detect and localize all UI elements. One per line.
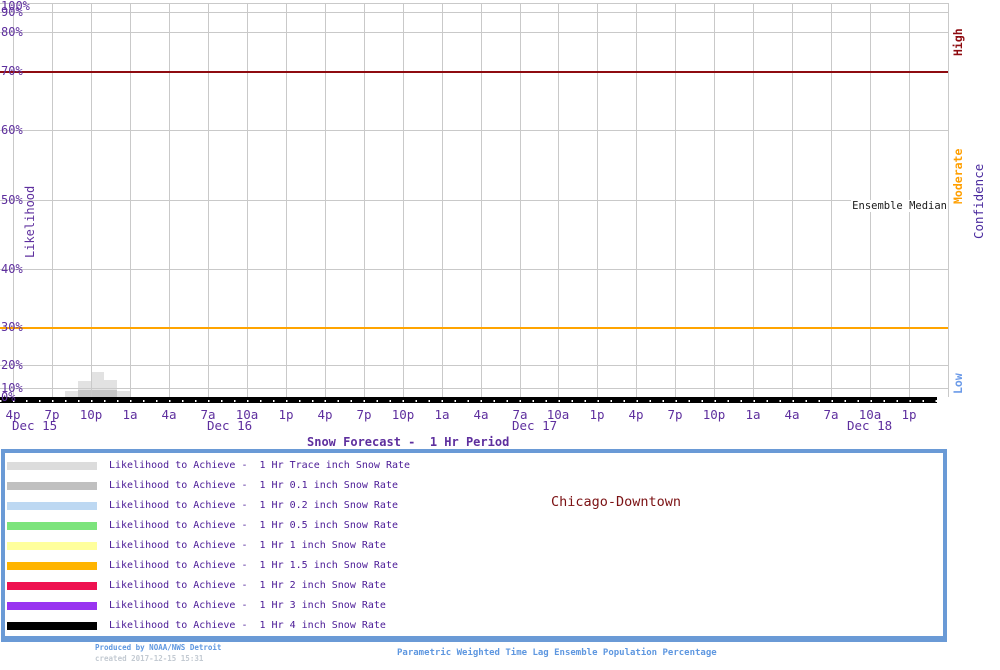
y-axis-tick-label: 20%	[1, 358, 23, 372]
legend-item: Likelihood to Achieve - 1 Hr 4 inch Snow…	[7, 621, 386, 631]
x-axis-tick-label: 1a	[434, 407, 450, 422]
legend-item: Likelihood to Achieve - 1 Hr 1 inch Snow…	[7, 541, 386, 551]
legend-item: Likelihood to Achieve - 1 Hr 3 inch Snow…	[7, 601, 386, 611]
chart-title: Snow Forecast - 1 Hr Period	[307, 435, 510, 449]
ensemble-median-annotation: Ensemble Median	[851, 200, 948, 212]
legend-item-label: Likelihood to Achieve - 1 Hr 0.5 inch Sn…	[109, 520, 398, 531]
x-axis-tick-label: 1a	[745, 407, 761, 422]
y-axis-tick-label: 90%	[1, 5, 23, 19]
x-axis-tick-label: 1p	[901, 407, 917, 422]
legend-item-label: Likelihood to Achieve - 1 Hr 1 inch Snow…	[109, 540, 386, 551]
x-axis-tick-label: 4a	[784, 407, 800, 422]
x-axis-tick-label: 10p	[391, 407, 415, 422]
legend-color-swatch	[7, 482, 97, 490]
legend-color-swatch	[7, 542, 97, 550]
confidence-level-label: Moderate	[951, 148, 965, 204]
gridline-horizontal	[0, 365, 948, 366]
y-axis-tick-label: 70%	[1, 64, 23, 78]
gridline-horizontal	[0, 130, 948, 131]
y-axis-tick-label: 30%	[1, 320, 23, 334]
legend-item-label: Likelihood to Achieve - 1 Hr 1.5 inch Sn…	[109, 560, 398, 571]
confidence-threshold-line	[0, 71, 948, 73]
confidence-axis-title: Confidence	[971, 163, 986, 239]
gridline-horizontal	[0, 12, 948, 13]
legend-item: Likelihood to Achieve - 1 Hr 2 inch Snow…	[7, 581, 386, 591]
gridline-horizontal	[0, 269, 948, 270]
x-axis-tick-label: 10a	[546, 407, 570, 422]
x-axis-tick-label: 7a	[823, 407, 839, 422]
x-axis-tick-label: 10p	[702, 407, 726, 422]
x-axis-tick-label: 7p	[44, 407, 60, 422]
snow-forecast-graphic: 100% 90% 80% 70% 60% 50% 40% 30% 20% 10% 0% 4p Dec 1…	[0, 0, 1000, 670]
gridline-vertical	[948, 3, 949, 397]
legend-item-label: Likelihood to Achieve - 1 Hr 4 inch Snow…	[109, 620, 386, 631]
legend-item-label: Likelihood to Achieve - 1 Hr 0.1 inch Sn…	[109, 480, 398, 491]
legend-item: Likelihood to Achieve - 1 Hr 1.5 inch Sn…	[7, 561, 398, 571]
legend-item-label: Likelihood to Achieve - 1 Hr 0.2 inch Sn…	[109, 500, 398, 511]
x-axis-tick-label: 4a	[473, 407, 489, 422]
confidence-level-label: High	[951, 28, 965, 56]
x-axis-date-label: Dec 18	[847, 418, 893, 433]
y-axis-title: Likelihood	[23, 185, 37, 258]
gridline-horizontal	[0, 32, 948, 33]
x-axis-tick-label: 1p	[278, 407, 294, 422]
legend-color-swatch	[7, 522, 97, 530]
y-axis-tick-label: 50%	[1, 193, 23, 207]
y-axis-tick-label: 60%	[1, 123, 23, 137]
x-axis-band	[0, 397, 937, 403]
gridline-horizontal	[0, 388, 948, 389]
x-axis-tick-label: 1a	[122, 407, 138, 422]
confidence-threshold-line	[0, 327, 948, 329]
x-axis-tick-label: 7p	[356, 407, 372, 422]
legend-item: Likelihood to Achieve - 1 Hr 0.2 inch Sn…	[7, 501, 398, 511]
location-label: Chicago-Downtown	[551, 494, 682, 510]
legend-item-label: Likelihood to Achieve - 1 Hr Trace inch …	[109, 460, 411, 471]
chart-plot-area: 100% 90% 80% 70% 60% 50% 40% 30% 20% 10% 0% 4p Dec 1…	[0, 0, 1000, 434]
x-axis-tick-label: 1p	[589, 407, 605, 422]
legend-color-swatch	[7, 462, 97, 470]
x-axis-tick-label: 4p	[628, 407, 644, 422]
legend-item-label: Likelihood to Achieve - 1 Hr 3 inch Snow…	[109, 600, 386, 611]
x-axis-hour-ticks	[0, 400, 937, 402]
x-axis-tick-label: 4a	[161, 407, 177, 422]
x-axis-tick-label: 10a	[235, 407, 259, 422]
footer-created-timestamp: created 2017-12-15 15:31	[95, 654, 204, 663]
x-axis-tick-label: 4p	[317, 407, 333, 422]
gridline-horizontal	[0, 3, 948, 4]
footer-method-label: Parametric Weighted Time Lag Ensemble Po…	[397, 648, 717, 658]
legend-item-label: Likelihood to Achieve - 1 Hr 2 inch Snow…	[109, 580, 386, 591]
y-axis-tick-label: 0%	[1, 390, 16, 404]
legend-box: Likelihood to Achieve - 1 Hr Trace inch …	[1, 449, 947, 642]
x-axis-tick-label: 10p	[79, 407, 103, 422]
x-axis-tick-label: 7p	[667, 407, 683, 422]
legend-color-swatch	[7, 502, 97, 510]
legend-item: Likelihood to Achieve - 1 Hr Trace inch …	[7, 461, 410, 471]
y-axis-tick-label: 80%	[1, 25, 23, 39]
legend-color-swatch	[7, 562, 97, 570]
footer-produced-by: Produced by NOAA/NWS Detroit	[95, 643, 222, 652]
y-axis-tick-label: 40%	[1, 262, 23, 276]
confidence-level-label: Low	[951, 373, 965, 394]
legend-item: Likelihood to Achieve - 1 Hr 0.1 inch Sn…	[7, 481, 398, 491]
legend-item: Likelihood to Achieve - 1 Hr 0.5 inch Sn…	[7, 521, 398, 531]
legend-color-swatch	[7, 602, 97, 610]
legend-color-swatch	[7, 582, 97, 590]
gridline-horizontal	[0, 200, 948, 201]
legend-color-swatch	[7, 622, 97, 630]
